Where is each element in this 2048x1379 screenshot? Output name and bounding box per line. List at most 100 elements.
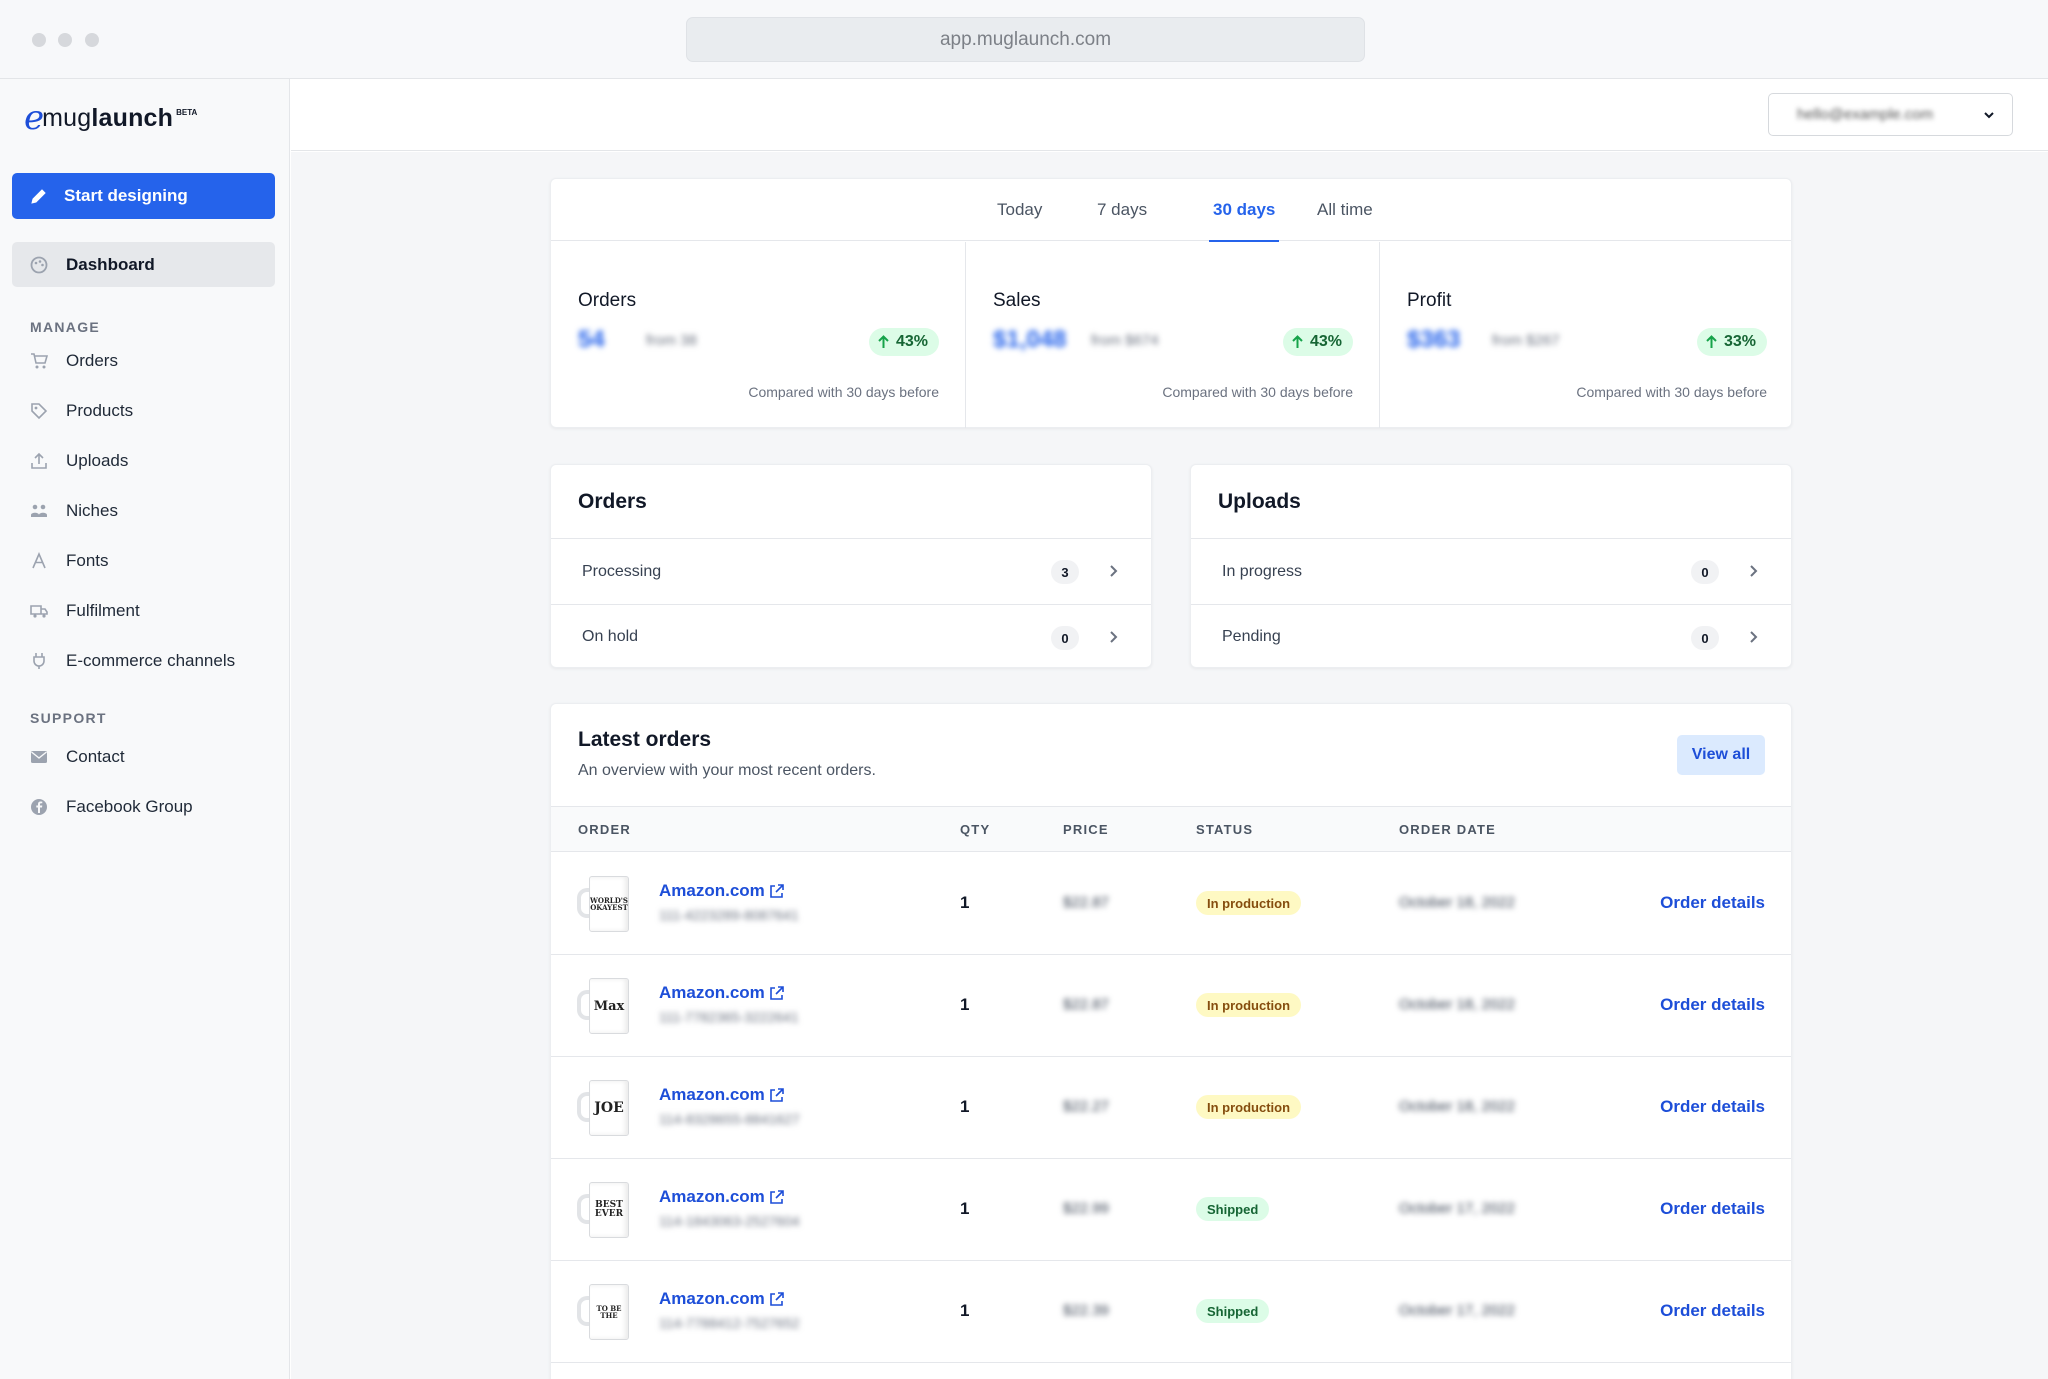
change-badge: 43% bbox=[1282, 328, 1353, 356]
count-badge: 3 bbox=[1051, 560, 1079, 584]
logo[interactable]: e muglaunch BETA bbox=[24, 93, 197, 143]
sidebar: e muglaunch BETA Start designing Dashboa… bbox=[0, 79, 290, 1379]
tab-30-days[interactable]: 30 days bbox=[1208, 179, 1280, 242]
store-link[interactable]: Amazon.com bbox=[659, 1289, 784, 1309]
logo-mark: e bbox=[24, 98, 45, 138]
account-dropdown[interactable]: hello@example.com bbox=[1768, 93, 2013, 136]
stat-orders: Orders 54 from 38 43% Compared with 30 d… bbox=[551, 242, 965, 428]
orders-summary-card: Orders Processing 3 On hold 0 bbox=[550, 464, 1152, 668]
users-icon bbox=[30, 502, 48, 520]
column-header: ORDER DATE bbox=[1399, 822, 1496, 837]
order-id: 114-7788412-7527652 bbox=[659, 1315, 800, 1331]
order-price: $22.39 bbox=[1063, 1302, 1109, 1319]
support-heading: SUPPORT bbox=[30, 710, 107, 726]
orders-processing-row[interactable]: Processing 3 bbox=[551, 539, 1151, 604]
store-link[interactable]: Amazon.com bbox=[659, 1187, 784, 1207]
stat-previous: from $267 bbox=[1492, 332, 1560, 349]
table-row: JOE Amazon.com 114-8328655-8841627 1 $22… bbox=[551, 1057, 1791, 1159]
order-price: $22.99 bbox=[1063, 1200, 1109, 1217]
count-badge: 0 bbox=[1051, 626, 1079, 650]
store-link[interactable]: Amazon.com bbox=[659, 881, 784, 901]
sidebar-item-label: Fonts bbox=[66, 551, 109, 570]
order-id: 114-1843063-2527604 bbox=[659, 1213, 800, 1229]
sidebar-item-products[interactable]: Products bbox=[12, 391, 275, 431]
order-qty: 1 bbox=[960, 893, 970, 912]
table-row: BEST EVER Amazon.com 114-1843063-2527604… bbox=[551, 1159, 1791, 1261]
stat-value: $1,048 bbox=[993, 326, 1067, 353]
mug-thumbnail[interactable]: JOE bbox=[577, 1080, 635, 1136]
window-close-dot[interactable] bbox=[32, 33, 46, 47]
card-title: Orders bbox=[551, 465, 1151, 539]
store-link[interactable]: Amazon.com bbox=[659, 1085, 784, 1105]
orders-on-hold-row[interactable]: On hold 0 bbox=[551, 604, 1151, 669]
account-email: hello@example.com bbox=[1797, 106, 1934, 123]
sidebar-item-label: Uploads bbox=[66, 451, 129, 470]
main-content: Today 7 days 30 days All time Orders 54 … bbox=[291, 152, 2048, 1379]
mug-thumbnail[interactable]: TO BE THE bbox=[577, 1284, 635, 1340]
uploads-in-progress-row[interactable]: In progress 0 bbox=[1191, 539, 1791, 604]
tab-all-time[interactable]: All time bbox=[1317, 179, 1373, 241]
mug-thumbnail[interactable]: BEST EVER bbox=[577, 1182, 635, 1238]
sidebar-item-uploads[interactable]: Uploads bbox=[12, 441, 275, 481]
stat-label: Profit bbox=[1407, 290, 1452, 311]
window-maximize-dot[interactable] bbox=[85, 33, 99, 47]
table-row: Max Amazon.com 111-7782365-3222641 1 $22… bbox=[551, 955, 1791, 1057]
mug-thumbnail[interactable]: WORLD'S OKAYEST bbox=[577, 876, 635, 932]
order-details-link[interactable]: Order details bbox=[1660, 995, 1765, 1015]
window-minimize-dot[interactable] bbox=[58, 33, 72, 47]
cart-icon bbox=[30, 352, 48, 370]
mail-icon bbox=[30, 748, 48, 766]
sidebar-item-label: Contact bbox=[66, 747, 125, 766]
store-link[interactable]: Amazon.com bbox=[659, 983, 784, 1003]
mug-thumbnail[interactable]: Max bbox=[577, 978, 635, 1034]
sidebar-item-dashboard[interactable]: Dashboard bbox=[12, 242, 275, 287]
status-badge: In production bbox=[1196, 1095, 1302, 1119]
external-link-icon bbox=[769, 985, 784, 1000]
column-header: PRICE bbox=[1063, 822, 1109, 837]
status-badge: In production bbox=[1196, 993, 1302, 1017]
change-badge: 33% bbox=[1696, 328, 1767, 356]
sidebar-item-ecommerce-channels[interactable]: E-commerce channels bbox=[12, 641, 275, 681]
logo-text: muglaunch bbox=[42, 103, 174, 132]
sidebar-item-label: Facebook Group bbox=[66, 797, 193, 816]
chevron-right-icon bbox=[1110, 565, 1118, 577]
row-label: In progress bbox=[1222, 562, 1303, 580]
sidebar-item-facebook-group[interactable]: Facebook Group bbox=[12, 787, 275, 827]
sidebar-item-label: Orders bbox=[66, 351, 118, 370]
sidebar-item-orders[interactable]: Orders bbox=[12, 341, 275, 381]
uploads-pending-row[interactable]: Pending 0 bbox=[1191, 604, 1791, 669]
sidebar-item-fonts[interactable]: Fonts bbox=[12, 541, 275, 581]
column-header: ORDER bbox=[578, 822, 631, 837]
stat-compare-note: Compared with 30 days before bbox=[1162, 384, 1353, 400]
order-id: 111-4223289-8087641 bbox=[659, 907, 799, 923]
count-badge: 0 bbox=[1691, 626, 1719, 650]
order-price: $22.27 bbox=[1063, 1098, 1109, 1115]
tab-7-days[interactable]: 7 days bbox=[1097, 179, 1147, 241]
browser-chrome: app.muglaunch.com bbox=[0, 0, 2048, 79]
font-icon bbox=[30, 552, 48, 570]
order-details-link[interactable]: Order details bbox=[1660, 1301, 1765, 1321]
address-bar[interactable]: app.muglaunch.com bbox=[686, 17, 1365, 62]
sidebar-item-fulfilment[interactable]: Fulfilment bbox=[12, 591, 275, 631]
sidebar-item-label: Products bbox=[66, 401, 134, 420]
order-details-link[interactable]: Order details bbox=[1660, 893, 1765, 913]
order-details-link[interactable]: Order details bbox=[1660, 1097, 1765, 1117]
stat-value: $363 bbox=[1407, 326, 1461, 353]
row-label: Pending bbox=[1222, 628, 1281, 645]
order-details-link[interactable]: Order details bbox=[1660, 1199, 1765, 1219]
sidebar-item-niches[interactable]: Niches bbox=[12, 491, 275, 531]
external-link-icon bbox=[769, 1189, 784, 1204]
status-badge: Shipped bbox=[1196, 1299, 1270, 1323]
sidebar-item-label: E-commerce channels bbox=[66, 651, 236, 670]
row-label: Processing bbox=[582, 562, 662, 580]
tab-today[interactable]: Today bbox=[997, 179, 1042, 241]
start-designing-button[interactable]: Start designing bbox=[12, 173, 275, 219]
order-date: October 18, 2022 bbox=[1399, 894, 1515, 911]
sidebar-item-label: Niches bbox=[66, 501, 118, 520]
beta-badge: BETA bbox=[176, 107, 198, 117]
order-id: 111-7782365-3222641 bbox=[659, 1009, 799, 1025]
view-all-button[interactable]: View all bbox=[1677, 735, 1765, 775]
sidebar-item-contact[interactable]: Contact bbox=[12, 737, 275, 777]
table-row: TO BE THE Amazon.com 114-7788412-7527652… bbox=[551, 1261, 1791, 1363]
sidebar-item-label: Dashboard bbox=[66, 254, 155, 274]
